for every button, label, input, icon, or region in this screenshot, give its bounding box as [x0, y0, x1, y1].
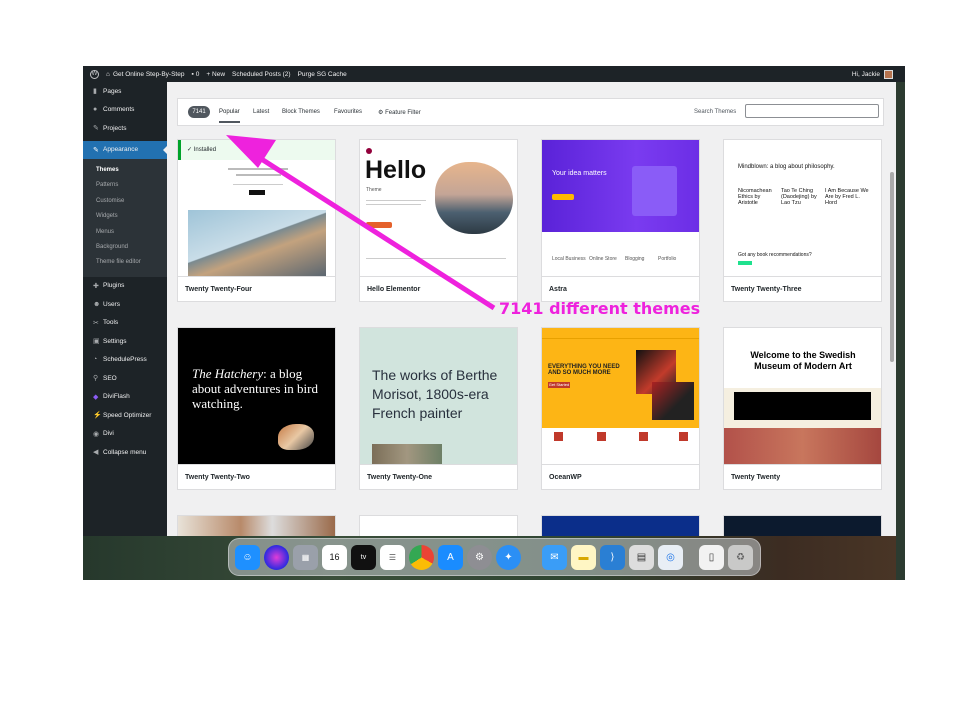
annotation-label: 7141 different themes	[499, 299, 701, 318]
annotation-arrow	[226, 135, 496, 311]
arrow-shaft	[250, 150, 496, 311]
